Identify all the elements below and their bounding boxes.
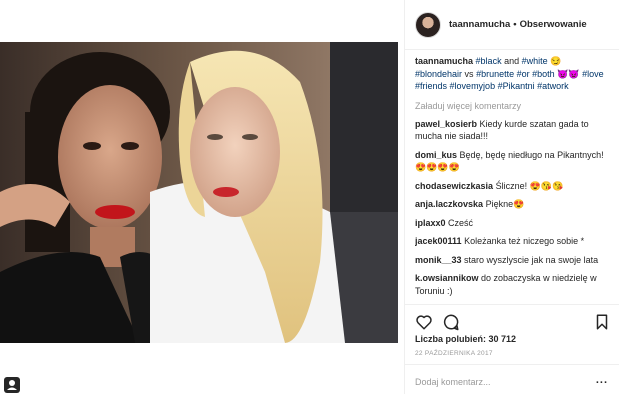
comment-username[interactable]: k.owsiannikow <box>415 273 479 283</box>
header-username[interactable]: taannamucha <box>449 19 510 30</box>
comment-item: iplaxx0 Cześć <box>415 217 605 230</box>
comment-text: Koleżanka też niczego sobie * <box>464 236 585 246</box>
comment-text: Piękne😍 <box>485 199 525 209</box>
comment-text: Cześć <box>448 217 474 228</box>
header-separator: • <box>513 19 517 30</box>
comment-item: pawel_kosierb Kiedy kurde szatan gada to… <box>415 118 605 143</box>
post-caption: taannamucha #black and #white 😏 #blondeh… <box>415 55 605 93</box>
heart-icon[interactable] <box>415 313 433 331</box>
likes-count[interactable]: Liczba polubień: 30 712 <box>415 334 516 344</box>
hashtag-link[interactable]: #white <box>522 56 548 66</box>
user-tag-icon[interactable] <box>4 377 20 393</box>
load-more-comments-button[interactable]: Załaduj więcej komentarzy <box>415 100 605 112</box>
comments-section: taannamucha #black and #white 😏 #blondeh… <box>415 55 605 303</box>
action-icons-row <box>415 313 610 333</box>
hashtag-link[interactable]: #friends <box>415 81 447 91</box>
caption-text: vs <box>462 68 477 79</box>
hashtag-link[interactable]: #Pikantni <box>498 81 535 91</box>
avatar[interactable] <box>415 11 441 38</box>
comment-username[interactable]: pawel_kosierb <box>415 119 477 129</box>
hashtag-link[interactable]: #or <box>517 69 530 79</box>
comment-text: staro wyszlyscie jak na swoje lata <box>464 254 599 265</box>
post-date: 22 PAŹDZIERNIKA 2017 <box>415 350 493 357</box>
caption-text: 😏 <box>547 56 562 66</box>
comment-username[interactable]: anja.laczkovska <box>415 199 483 209</box>
more-options-icon[interactable]: ... <box>596 374 608 386</box>
post-header: taannamucha • Obserwowanie <box>405 0 619 50</box>
post-actions: Liczba polubień: 30 712 22 PAŹDZIERNIKA … <box>405 304 619 364</box>
comment-username[interactable]: jacek00111 <box>415 236 462 246</box>
bookmark-icon[interactable] <box>593 313 611 331</box>
add-comment-bar: Dodaj komentarz... ... <box>405 364 619 394</box>
comment-item: domi_kus Będę, będę niedługo na Pikantny… <box>415 149 605 174</box>
post-side-panel: taannamucha • Obserwowanie taannamucha #… <box>404 0 619 394</box>
hashtag-link[interactable]: #atwork <box>537 81 569 91</box>
caption-username[interactable]: taannamucha <box>415 56 473 66</box>
hashtag-link[interactable]: #blondehair <box>415 69 462 79</box>
comment-item: jacek00111 Koleżanka też niczego sobie * <box>415 235 605 248</box>
comment-username[interactable]: chodasewiczkasia <box>415 181 493 191</box>
caption-text: 😈👿 <box>554 68 583 79</box>
comment-username[interactable]: iplaxx0 <box>415 218 446 228</box>
following-button[interactable]: Obserwowanie <box>520 19 587 30</box>
comment-item: k.owsiannikow do zobaczyska w niedzielę … <box>415 272 605 297</box>
comment-item: monik__33 staro wyszlyscie jak na swoje … <box>415 254 605 267</box>
comment-item: anja.laczkovska Piękne😍 <box>415 198 605 211</box>
comment-icon[interactable] <box>442 313 460 331</box>
hashtag-link[interactable]: #brunette <box>476 69 514 79</box>
hashtag-link[interactable]: #lovemyjob <box>450 81 496 91</box>
comment-text: Śliczne! 😍😘😘 <box>495 180 564 191</box>
comment-username[interactable]: monik__33 <box>415 255 462 265</box>
hashtag-link[interactable]: #love <box>582 69 604 79</box>
hashtag-link[interactable]: #black <box>476 56 502 66</box>
add-comment-input[interactable]: Dodaj komentarz... <box>415 377 491 387</box>
caption-text: and <box>501 56 522 66</box>
hashtag-link[interactable]: #both <box>532 69 555 79</box>
comment-list: pawel_kosierb Kiedy kurde szatan gada to… <box>415 118 605 298</box>
post-photo-image <box>0 42 398 343</box>
comment-username[interactable]: domi_kus <box>415 150 457 160</box>
comment-item: chodasewiczkasia Śliczne! 😍😘😘 <box>415 180 605 193</box>
post-photo[interactable] <box>0 42 398 343</box>
